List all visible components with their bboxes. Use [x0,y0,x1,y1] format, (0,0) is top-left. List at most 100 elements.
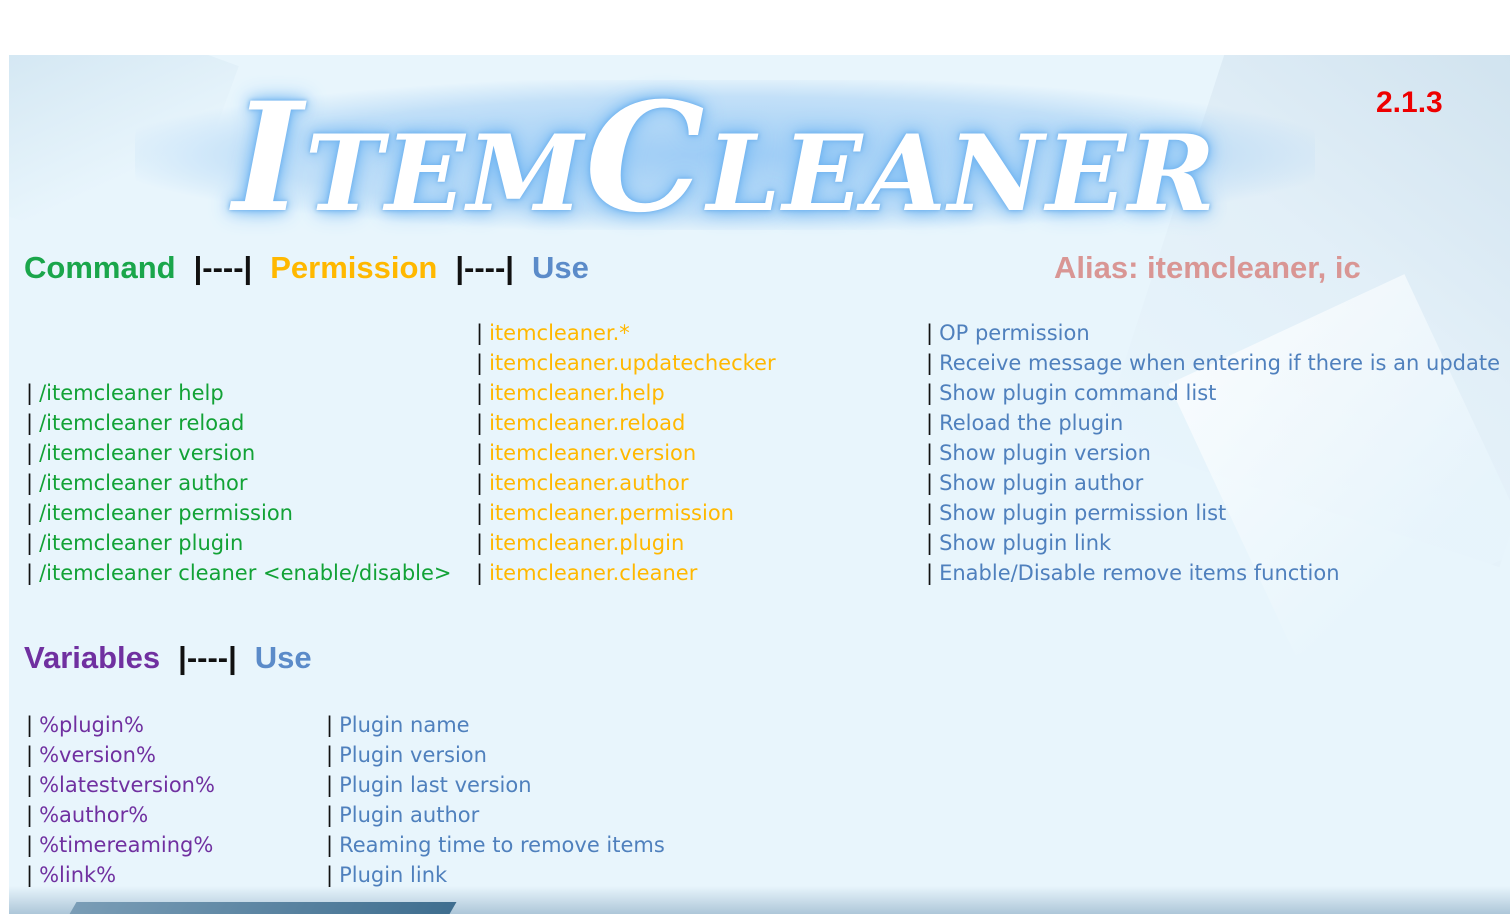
bar-separator: | [326,773,334,797]
use-text: Show plugin permission list [939,501,1227,525]
variable-cell: | %version% [26,740,156,770]
permission-text: itemcleaner.updatechecker [489,351,776,375]
command-cell: |/itemcleaner help [26,378,224,408]
command-text: /itemcleaner author [39,471,248,495]
version-label: 2.1.3 [1376,86,1443,119]
command-text: /itemcleaner permission [39,501,293,525]
command-cell: |/itemcleaner permission [26,498,293,528]
bar-separator: | [476,441,484,465]
use-text: Plugin name [339,713,470,737]
bar-separator: | [26,411,34,435]
bar-separator: | [326,803,334,827]
permission-cell: | itemcleaner.author [476,468,689,498]
separator: |----| [455,250,514,285]
permission-text: itemcleaner.permission [489,501,734,525]
command-cell: |/itemcleaner version [26,438,255,468]
variable-text: %plugin% [39,713,144,737]
bar-separator: | [26,441,34,465]
permission-text: itemcleaner.* [489,321,630,345]
command-text: /itemcleaner reload [39,411,245,435]
bar-separator: | [926,561,934,585]
bar-separator: | [26,743,34,767]
use-cell: | Show plugin version [926,438,1151,468]
variable-cell: | %author% [26,800,148,830]
bar-separator: | [26,773,34,797]
permission-cell: | itemcleaner.version [476,438,696,468]
variable-text: %timereaming% [39,833,214,857]
bar-separator: | [26,863,34,887]
use-text: Show plugin author [939,471,1144,495]
permission-text: itemcleaner.reload [489,411,686,435]
use-text: Reload the plugin [939,411,1124,435]
variable-use-cell: | Plugin link [326,860,447,890]
bar-separator: | [26,531,34,555]
variable-text: %latestversion% [39,773,215,797]
variable-use-cell: | Plugin name [326,710,470,740]
permission-heading: Permission [270,250,438,285]
bar-separator: | [476,471,484,495]
variable-cell: | %plugin% [26,710,144,740]
command-header: Command |----| Permission |----| Use [24,250,589,286]
permission-cell: | itemcleaner.* [476,318,630,348]
bar-separator: | [926,381,934,405]
variable-cell: | %link% [26,860,116,890]
bar-separator: | [26,471,34,495]
permission-text: itemcleaner.version [489,441,697,465]
bar-separator: | [26,561,34,585]
bar-separator: | [326,743,334,767]
command-cell: |/itemcleaner cleaner <enable/disable> [26,558,452,588]
bar-separator: | [926,351,934,375]
command-cell: |/itemcleaner author [26,468,248,498]
permission-cell: | itemcleaner.help [476,378,665,408]
background-shape [61,902,457,914]
bar-separator: | [476,561,484,585]
alias-label: Alias: itemcleaner, ic [1054,250,1361,285]
use-cell: | Show plugin command list [926,378,1216,408]
logo-text: ItemCleaner [232,70,1218,246]
bar-separator: | [476,531,484,555]
use-text: Receive message when entering if there i… [939,351,1501,375]
permission-cell: | itemcleaner.cleaner [476,558,697,588]
bar-separator: | [926,471,934,495]
permission-text: itemcleaner.cleaner [489,561,698,585]
variables-heading: Variables [24,640,161,675]
use-text: Plugin last version [339,773,532,797]
variable-use-cell: | Reaming time to remove items [326,830,665,860]
bar-separator: | [26,833,34,857]
bar-separator: | [476,351,484,375]
bar-separator: | [476,381,484,405]
variable-use-cell: | Plugin author [326,800,479,830]
use-text: Show plugin command list [939,381,1217,405]
separator: |----| [178,640,237,675]
bar-separator: | [26,381,34,405]
bar-separator: | [326,863,334,887]
use-heading: Use [254,640,312,675]
permission-text: itemcleaner.help [489,381,665,405]
use-cell: | Show plugin link [926,528,1111,558]
use-cell: | OP permission [926,318,1090,348]
bar-separator: | [476,321,484,345]
permission-cell: | itemcleaner.updatechecker [476,348,776,378]
bar-separator: | [926,531,934,555]
variable-use-cell: | Plugin last version [326,770,532,800]
use-text: Plugin version [339,743,487,767]
variable-text: %link% [39,863,117,887]
use-text: OP permission [939,321,1090,345]
variable-use-cell: | Plugin version [326,740,487,770]
variable-text: %author% [39,803,149,827]
use-text: Show plugin version [939,441,1151,465]
permission-text: itemcleaner.author [489,471,689,495]
use-text: Reaming time to remove items [339,833,665,857]
use-cell: | Enable/Disable remove items function [926,558,1340,588]
variable-cell: | %timereaming% [26,830,213,860]
variables-header: Variables |----| Use [24,640,312,676]
command-text: /itemcleaner cleaner <enable/disable> [39,561,452,585]
variable-cell: | %latestversion% [26,770,215,800]
bar-separator: | [476,411,484,435]
use-text: Enable/Disable remove items function [939,561,1340,585]
permission-cell: | itemcleaner.permission [476,498,734,528]
permission-cell: | itemcleaner.reload [476,408,685,438]
use-text: Show plugin link [939,531,1112,555]
use-cell: | Reload the plugin [926,408,1123,438]
bar-separator: | [476,501,484,525]
